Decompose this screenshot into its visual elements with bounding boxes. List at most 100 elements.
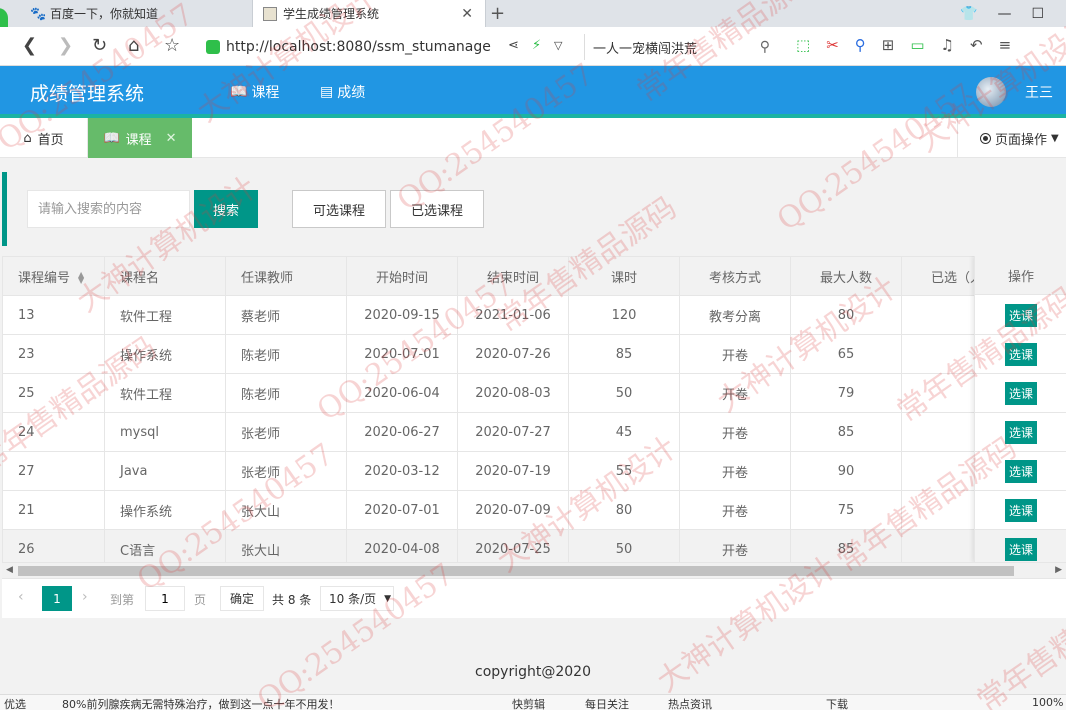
select-course-button[interactable]: 选课 xyxy=(1005,343,1037,366)
avatar[interactable] xyxy=(976,77,1006,107)
reload-icon[interactable]: ↻ xyxy=(92,35,107,56)
page-number-current[interactable]: 1 xyxy=(42,586,72,611)
undo-icon[interactable]: ↶ xyxy=(970,36,983,54)
cell-course-name: 操作系统 xyxy=(105,335,226,374)
headphones-icon[interactable]: ♫ xyxy=(941,36,954,54)
page-size-select[interactable]: 10 条/页 ▼ xyxy=(320,586,394,611)
table-row[interactable]: 24mysql张老师2020-06-272020-07-2745开卷850 xyxy=(3,413,1066,452)
goto-page-input[interactable] xyxy=(145,586,185,611)
sort-icon[interactable]: ▲▼ xyxy=(78,272,84,284)
select-course-button[interactable]: 选课 xyxy=(1005,304,1037,327)
window-controls: 👕 — ☐ xyxy=(960,0,1066,27)
home-icon[interactable]: ⌂ xyxy=(128,35,139,56)
paw-icon: 🐾 xyxy=(30,7,44,21)
select-course-button[interactable]: 选课 xyxy=(1005,421,1037,444)
cell-end-date: 2020-07-26 xyxy=(458,335,569,374)
table-row[interactable]: 27Java张老师2020-03-122020-07-1955开卷900 xyxy=(3,452,1066,491)
cell-teacher: 蔡老师 xyxy=(226,296,347,335)
search-icon[interactable]: ⚲ xyxy=(760,39,770,55)
scroll-right-icon[interactable]: ▶ xyxy=(1055,565,1062,575)
select-course-button[interactable]: 选课 xyxy=(1005,538,1037,561)
scroll-left-icon[interactable]: ◀ xyxy=(6,565,13,575)
cell-start-date: 2020-07-01 xyxy=(347,491,458,530)
nav-courses[interactable]: 📖 课程 xyxy=(230,82,279,102)
page-operations-menu[interactable]: 页面操作 ▼ xyxy=(957,118,1066,158)
table-row[interactable]: 13软件工程蔡老师2020-09-152021-01-06120教考分离802 xyxy=(3,296,1066,335)
select-course-button[interactable]: 选课 xyxy=(1005,499,1037,522)
cell-end-date: 2021-01-06 xyxy=(458,296,569,335)
cell-exam-type: 开卷 xyxy=(680,413,791,452)
cell-teacher: 张老师 xyxy=(226,413,347,452)
cell-course-id: 25 xyxy=(3,374,105,413)
select-course-button[interactable]: 选课 xyxy=(1005,382,1037,405)
next-page-icon[interactable]: › xyxy=(82,589,88,605)
book-icon: 📖 xyxy=(230,84,247,100)
menu-icon[interactable]: ≡ xyxy=(999,36,1012,54)
lightning-icon[interactable]: ⚡ xyxy=(532,38,541,53)
secure-shield-icon xyxy=(206,40,220,54)
prev-page-icon[interactable]: ‹ xyxy=(18,589,24,605)
status-zoom[interactable]: 100% xyxy=(1032,696,1063,709)
browser-search-field[interactable]: 一人一宠横闯洪荒 ⚲ xyxy=(584,34,776,60)
app-title: 成绩管理系统 xyxy=(30,79,144,106)
course-table-grid: 课程编号▲▼ 课程名 任课教师 开始时间 结束时间 课时 考核方式 最大人数 已… xyxy=(2,256,1066,562)
username[interactable]: 王三 xyxy=(1025,82,1053,102)
browser-tab-baidu[interactable]: 🐾 百度一下，你就知道 xyxy=(22,0,250,27)
search-input[interactable] xyxy=(27,190,190,228)
cell-start-date: 2020-06-04 xyxy=(347,374,458,413)
cell-hours: 50 xyxy=(569,374,680,413)
favorite-star-icon[interactable]: ☆ xyxy=(164,35,180,56)
url-field[interactable]: http://localhost:8080/ssm_stumanage xyxy=(206,34,576,60)
cell-start-date: 2020-03-12 xyxy=(347,452,458,491)
cell-course-name: mysql xyxy=(105,413,226,452)
cell-start-date: 2020-09-15 xyxy=(347,296,458,335)
new-tab-icon[interactable]: + xyxy=(490,3,505,24)
table-row[interactable]: 21操作系统张大山2020-07-012020-07-0980开卷753 xyxy=(3,491,1066,530)
table-row[interactable]: 25软件工程陈老师2020-06-042020-08-0350开卷795 xyxy=(3,374,1066,413)
column-header-teacher: 任课教师 xyxy=(226,257,347,296)
cell-course-id: 21 xyxy=(3,491,105,530)
minimize-icon[interactable]: — xyxy=(997,6,1011,22)
column-header-id[interactable]: 课程编号 ▲▼ xyxy=(3,257,105,296)
chevron-down-icon[interactable]: ▽ xyxy=(554,39,562,52)
share-icon[interactable]: ⋖ xyxy=(508,38,519,53)
available-courses-button[interactable]: 可选课程 xyxy=(292,190,386,228)
extension-icon[interactable]: ⬚ xyxy=(796,36,810,54)
cell-max-students: 90 xyxy=(791,452,902,491)
tab-home[interactable]: ⌂ 首页 xyxy=(0,118,88,158)
table-row[interactable]: 23操作系统陈老师2020-07-012020-07-2685开卷658 xyxy=(3,335,1066,374)
table-row[interactable]: 26C语言张大山2020-04-082020-07-2550开卷850 xyxy=(3,530,1066,563)
cell-teacher: 陈老师 xyxy=(226,374,347,413)
scissors-icon[interactable]: ✂ xyxy=(826,36,839,54)
column-header-label: 课程编号 xyxy=(18,271,70,286)
grid-icon[interactable]: ⊞ xyxy=(882,36,895,54)
goto-confirm-button[interactable]: 确定 xyxy=(220,586,264,611)
cell-start-date: 2020-07-01 xyxy=(347,335,458,374)
horizontal-scrollbar[interactable]: ◀ ▶ xyxy=(2,562,1066,578)
search-button[interactable]: 搜索 xyxy=(194,190,258,228)
battery-icon[interactable]: ▭ xyxy=(910,36,924,54)
course-table: 课程编号▲▼ 课程名 任课教师 开始时间 结束时间 课时 考核方式 最大人数 已… xyxy=(2,256,1066,562)
action-column: 操作 选课选课选课选课选课选课选课 xyxy=(974,256,1066,562)
page-label: 页 xyxy=(194,591,206,608)
forward-icon[interactable]: ❯ xyxy=(58,35,73,56)
maximize-icon[interactable]: ☐ xyxy=(1031,6,1044,22)
cell-end-date: 2020-07-19 xyxy=(458,452,569,491)
select-course-button[interactable]: 选课 xyxy=(1005,460,1037,483)
selected-courses-button[interactable]: 已选课程 xyxy=(390,190,484,228)
scrollbar-thumb[interactable] xyxy=(18,566,1014,576)
cell-exam-type: 开卷 xyxy=(680,335,791,374)
shirt-icon[interactable]: 👕 xyxy=(960,6,977,22)
magnifier-icon[interactable]: ⚲ xyxy=(855,36,866,54)
cell-end-date: 2020-07-25 xyxy=(458,530,569,563)
browser-tab-app[interactable]: 学生成绩管理系统 ✕ xyxy=(252,0,486,27)
page-size-value: 10 条/页 xyxy=(329,590,376,607)
browser-search-text: 一人一宠横闯洪荒 xyxy=(593,38,697,57)
tab-courses[interactable]: 📖 课程 ✕ xyxy=(88,118,192,158)
nav-scores[interactable]: ▤ 成绩 xyxy=(320,82,365,102)
footer: copyright@2020 xyxy=(0,650,1066,694)
back-icon[interactable]: ❮ xyxy=(22,35,37,56)
close-tab-icon[interactable]: ✕ xyxy=(461,6,473,22)
cell-end-date: 2020-07-27 xyxy=(458,413,569,452)
close-icon[interactable]: ✕ xyxy=(166,131,177,146)
